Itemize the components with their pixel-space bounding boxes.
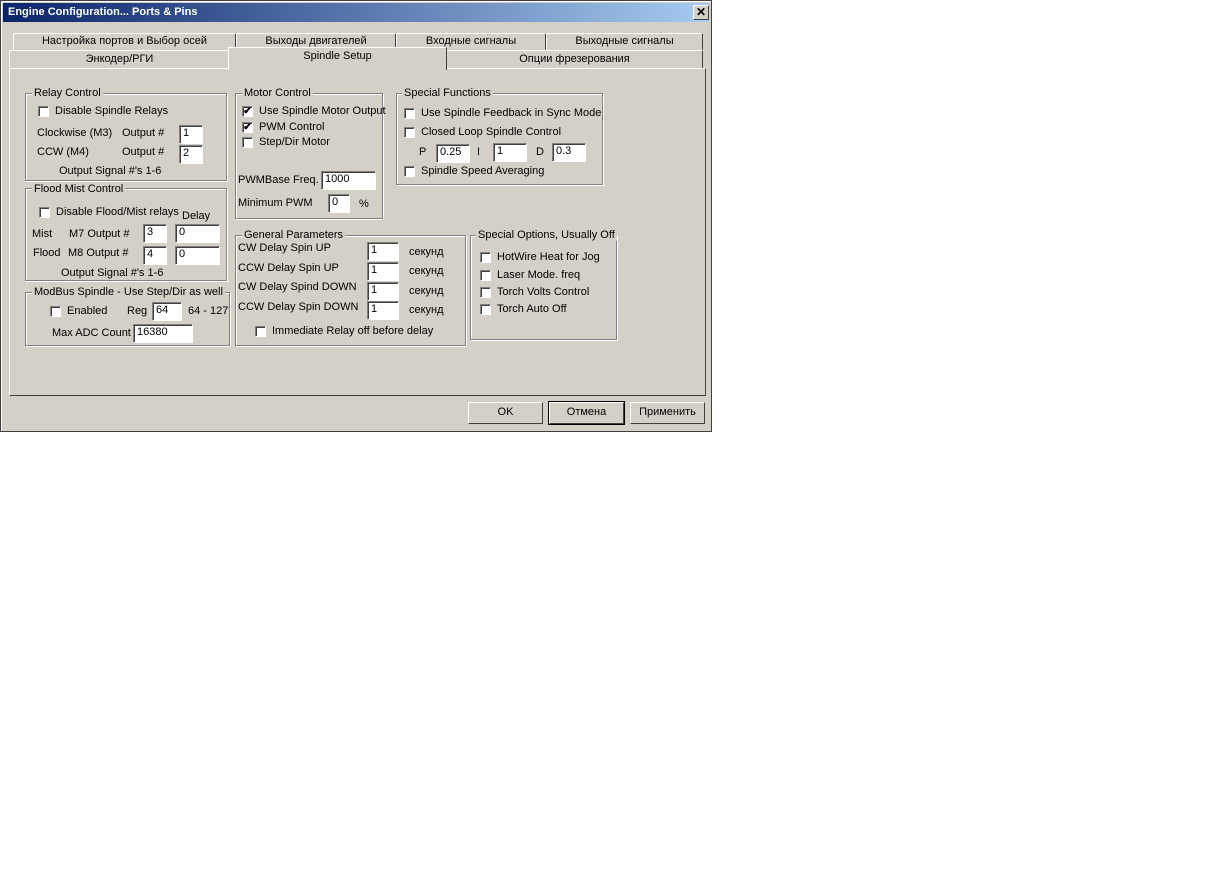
torch-auto-off-checkbox[interactable] xyxy=(480,304,491,315)
disable-flood-mist-checkbox[interactable] xyxy=(39,207,50,218)
ok-button[interactable]: OK xyxy=(468,402,543,424)
ccw-delay-spin-up-label: CCW Delay Spin UP xyxy=(238,262,339,274)
reg-range-label: 64 - 127 xyxy=(188,305,229,317)
hotwire-heat-jog-label: HotWire Heat for Jog xyxy=(497,251,600,263)
spindle-feedback-sync-checkbox[interactable] xyxy=(404,108,415,119)
pwm-control-checkbox[interactable]: ✔ xyxy=(242,122,253,133)
reg-field[interactable]: 64 xyxy=(152,302,182,321)
hotwire-heat-jog-checkbox[interactable] xyxy=(480,252,491,263)
torch-auto-off-label: Torch Auto Off xyxy=(497,303,567,315)
ccw-delay-spin-down-label: CCW Delay Spin DOWN xyxy=(238,301,359,313)
cw-delay-spin-down-unit: секунд xyxy=(409,285,444,297)
disable-spindle-relays-label: Disable Spindle Relays xyxy=(55,105,169,117)
ccw-delay-spin-down-unit: секунд xyxy=(409,304,444,316)
dialog-window: Engine Configuration... Ports & Pins ✕ Н… xyxy=(0,0,712,432)
m8-output-field[interactable]: 4 xyxy=(143,246,167,265)
reg-label: Reg xyxy=(127,305,148,317)
cw-delay-spin-down-label: CW Delay Spind DOWN xyxy=(238,281,357,293)
disable-flood-mist-label: Disable Flood/Mist relays xyxy=(56,206,179,218)
step-dir-motor-checkbox[interactable] xyxy=(242,137,253,148)
max-adc-field[interactable]: 16380 xyxy=(133,324,193,343)
minimum-pwm-field[interactable]: 0 xyxy=(328,194,350,213)
cw-output-label: Output # xyxy=(122,127,165,139)
ccw-output-label: Output # xyxy=(122,146,165,158)
immediate-relay-off-checkbox[interactable] xyxy=(255,326,266,337)
p-label: P xyxy=(419,146,427,158)
use-spindle-motor-output-label: Use Spindle Motor Output xyxy=(259,105,386,117)
flood-label: Flood xyxy=(33,247,61,259)
cw-delay-spin-up-label: CW Delay Spin UP xyxy=(238,242,331,254)
flood-delay-field[interactable]: 0 xyxy=(175,246,220,265)
tab-milling-options[interactable]: Опции фрезерования xyxy=(446,50,703,69)
close-button[interactable]: ✕ xyxy=(693,5,709,20)
cancel-button[interactable]: Отмена xyxy=(548,401,625,425)
ccw-delay-spin-down-field[interactable]: 1 xyxy=(367,301,399,320)
torch-volts-control-checkbox[interactable] xyxy=(480,287,491,298)
ccw-label: CCW (M4) xyxy=(37,146,89,158)
motor-control-title: Motor Control xyxy=(242,87,313,99)
tab-encoder-mpg[interactable]: Энкодер/РГИ xyxy=(9,50,230,69)
relay-control-title: Relay Control xyxy=(32,87,103,99)
laser-mode-checkbox[interactable] xyxy=(480,270,491,281)
closed-loop-spindle-label: Closed Loop Spindle Control xyxy=(421,126,562,138)
immediate-relay-off-label: Immediate Relay off before delay xyxy=(272,325,434,337)
ccw-delay-spin-up-unit: секунд xyxy=(409,265,444,277)
clockwise-label: Clockwise (M3) xyxy=(37,127,113,139)
delay-label: Delay xyxy=(182,210,211,222)
i-label: I xyxy=(477,146,481,158)
spindle-speed-averaging-checkbox[interactable] xyxy=(404,166,415,177)
laser-mode-label: Laser Mode. freq xyxy=(497,269,581,281)
ccw-delay-spin-up-field[interactable]: 1 xyxy=(367,262,399,281)
modbus-enabled-checkbox[interactable] xyxy=(50,306,61,317)
spindle-speed-averaging-label: Spindle Speed Averaging xyxy=(421,165,545,177)
flood-output-note: Output Signal #'s 1-6 xyxy=(61,267,164,279)
modbus-enabled-label: Enabled xyxy=(67,305,108,317)
i-field[interactable]: 1 xyxy=(493,143,527,162)
max-adc-label: Max ADC Count xyxy=(52,327,131,339)
flood-mist-title: Flood Mist Control xyxy=(32,183,126,195)
pwm-base-freq-field[interactable]: 1000 xyxy=(321,171,376,190)
disable-spindle-relays-checkbox[interactable] xyxy=(38,106,49,117)
minimum-pwm-label: Minimum PWM xyxy=(238,197,313,209)
minimum-pwm-unit: % xyxy=(359,198,369,210)
pwm-base-freq-label: PWMBase Freq. xyxy=(238,174,319,186)
torch-volts-control-label: Torch Volts Control xyxy=(497,286,590,298)
tab-output-signals[interactable]: Выходные сигналы xyxy=(546,33,703,50)
mist-label: Mist xyxy=(32,228,53,240)
ccw-output-field[interactable]: 2 xyxy=(179,145,203,164)
relay-output-note: Output Signal #'s 1-6 xyxy=(59,165,162,177)
d-label: D xyxy=(536,146,544,158)
cw-delay-spin-up-field[interactable]: 1 xyxy=(367,242,399,261)
m7-output-field[interactable]: 3 xyxy=(143,224,167,243)
mist-delay-field[interactable]: 0 xyxy=(175,224,220,243)
use-spindle-motor-output-checkbox[interactable]: ✔ xyxy=(242,106,253,117)
checkmark-icon: ✔ xyxy=(243,122,252,133)
p-field[interactable]: 0.25 xyxy=(436,144,470,163)
checkmark-icon: ✔ xyxy=(243,106,252,117)
special-options-title: Special Options, Usually Off xyxy=(476,229,617,241)
step-dir-motor-label: Step/Dir Motor xyxy=(259,136,330,148)
window-title: Engine Configuration... Ports & Pins xyxy=(8,6,198,18)
title-bar[interactable]: Engine Configuration... Ports & Pins ✕ xyxy=(3,3,709,22)
m8-output-label: M8 Output # xyxy=(68,247,129,259)
closed-loop-spindle-checkbox[interactable] xyxy=(404,127,415,138)
m7-output-label: M7 Output # xyxy=(69,228,130,240)
cw-delay-spin-up-unit: секунд xyxy=(409,246,444,258)
tab-spindle-setup[interactable]: Spindle Setup xyxy=(228,47,447,70)
cw-delay-spin-down-field[interactable]: 1 xyxy=(367,282,399,301)
general-parameters-title: General Parameters xyxy=(242,229,346,241)
apply-button[interactable]: Применить xyxy=(630,402,705,424)
modbus-spindle-title: ModBus Spindle - Use Step/Dir as well xyxy=(32,286,225,298)
spindle-feedback-sync-label: Use Spindle Feedback in Sync Modes xyxy=(421,107,601,119)
special-functions-title: Special Functions xyxy=(402,87,493,99)
tab-ports-axes[interactable]: Настройка портов и Выбор осей xyxy=(13,33,236,50)
cw-output-field[interactable]: 1 xyxy=(179,125,203,144)
d-field[interactable]: 0.3 xyxy=(552,143,586,162)
pwm-control-label: PWM Control xyxy=(259,121,325,133)
